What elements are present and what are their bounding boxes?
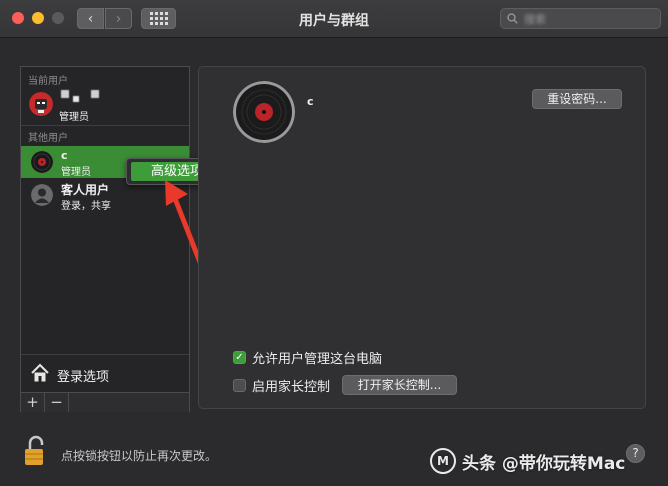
divider — [21, 125, 189, 126]
login-options-row[interactable]: 登录选项 — [21, 354, 189, 393]
allow-admin-checkbox[interactable]: ✓ — [233, 351, 246, 364]
search-placeholder: 搜索 — [524, 12, 546, 26]
login-options-label: 登录选项 — [57, 370, 110, 385]
add-user-button[interactable]: + — [21, 393, 45, 412]
title-bar: ‹ › 用户与群组 搜索 — [0, 0, 668, 38]
user-name: c — [61, 149, 68, 162]
watermark-text: 头条 @带你玩转Mac — [462, 453, 626, 474]
parental-controls-checkbox[interactable] — [233, 379, 246, 392]
search-icon — [507, 13, 518, 24]
watermark-logo-icon: M — [430, 448, 456, 474]
robot-avatar-icon — [29, 92, 53, 116]
user-role: 管理员 — [61, 167, 91, 178]
user-role: 登录，共享 — [61, 201, 111, 212]
search-input[interactable]: 搜索 — [500, 8, 661, 29]
redacted-name — [73, 96, 79, 102]
vinyl-avatar-icon — [31, 151, 53, 173]
lock-icon[interactable] — [23, 435, 49, 467]
redacted-name — [91, 90, 99, 98]
house-icon — [31, 363, 49, 382]
parental-controls-row[interactable]: 启用家长控制 — [233, 376, 330, 395]
current-user-role: 管理员 — [59, 112, 89, 123]
current-users-label: 当前用户 — [28, 76, 68, 87]
help-button[interactable]: ? — [626, 444, 645, 463]
redacted-name — [61, 90, 69, 98]
vinyl-avatar-icon[interactable] — [233, 81, 295, 143]
user-detail-panel: c 重设密码... ✓ 允许用户管理这台电脑 启用家长控制 打开家长控制... — [198, 66, 646, 409]
guest-avatar-icon — [31, 184, 53, 206]
watermark: M 头条 @带你玩转Mac — [430, 448, 625, 474]
lock-text: 点按锁按钮以防止再次更改。 — [61, 449, 218, 463]
remove-user-button[interactable]: − — [45, 393, 69, 412]
parental-controls-label: 启用家长控制 — [252, 380, 331, 395]
allow-admin-row[interactable]: ✓ 允许用户管理这台电脑 — [233, 348, 382, 367]
current-user-row[interactable]: 管理员 — [21, 87, 189, 125]
open-parental-controls-button[interactable]: 打开家长控制... — [342, 375, 457, 395]
panel-username: c — [307, 95, 314, 108]
add-remove-bar: + − — [21, 392, 189, 412]
user-name: 客人用户 — [61, 183, 110, 197]
other-users-label: 其他用户 — [28, 133, 68, 144]
allow-admin-label: 允许用户管理这台电脑 — [252, 352, 383, 367]
reset-password-button[interactable]: 重设密码... — [532, 89, 622, 109]
